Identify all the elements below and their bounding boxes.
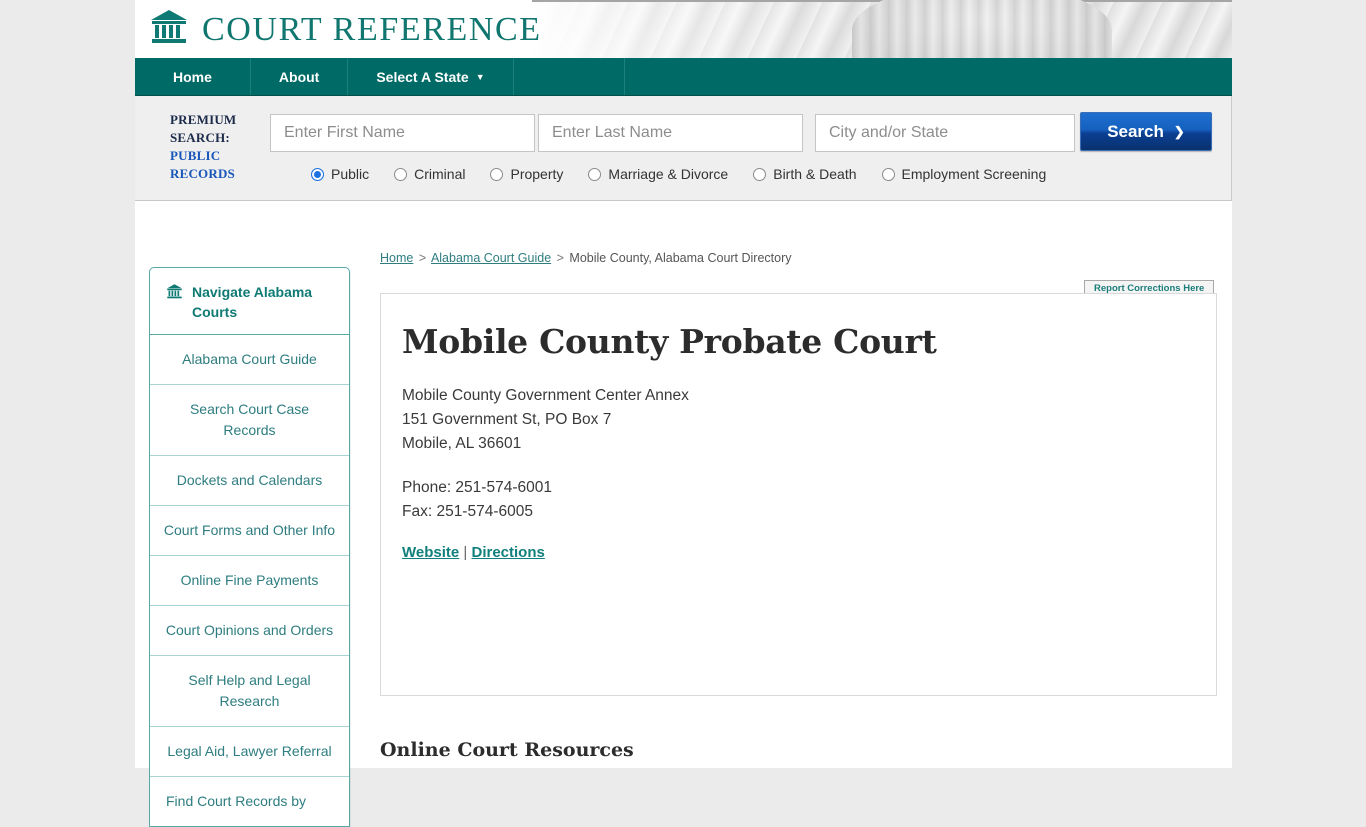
sidebar-navigation: Navigate Alabama Courts Alabama Court Gu… <box>149 267 350 827</box>
sidebar-item-dockets-and-calendars[interactable]: Dockets and Calendars <box>150 456 349 506</box>
premium-label-line3: PUBLIC <box>170 148 221 163</box>
radio-dot-icon <box>881 167 895 181</box>
brand-name: COURT REFERENCE <box>202 10 542 48</box>
radio-label-birth-death: Birth & Death <box>773 166 857 182</box>
radio-option-birth-death[interactable]: Birth & Death <box>753 166 857 182</box>
court-phone-fax: Phone: 251-574-6001 Fax: 251-574-6005 <box>402 476 1216 524</box>
sidebar-item-label: Legal Aid, Lawyer Referral <box>167 743 332 759</box>
address-line-2: 151 Government St, PO Box 7 <box>402 411 612 428</box>
premium-search-label: PREMIUM SEARCH: PUBLIC RECORDS <box>170 111 280 183</box>
content-area: Home > Alabama Court Guide > Mobile Coun… <box>135 201 1232 827</box>
nav-spacer <box>514 58 625 95</box>
address-line-3: Mobile, AL 36601 <box>402 435 522 452</box>
website-link[interactable]: Website <box>402 544 459 561</box>
court-phone: Phone: 251-574-6001 <box>402 479 552 496</box>
courthouse-icon <box>149 8 189 51</box>
nav-item-select-a-state-label: Select A State <box>376 68 469 85</box>
radio-option-marriage-divorce[interactable]: Marriage & Divorce <box>588 166 728 182</box>
sidebar-heading-label: Navigate Alabama Courts <box>192 284 313 320</box>
radio-option-employment-screening[interactable]: Employment Screening <box>881 166 1047 182</box>
breadcrumb-link-alabama-court-guide[interactable]: Alabama Court Guide <box>431 251 551 265</box>
radio-option-criminal[interactable]: Criminal <box>394 166 465 182</box>
breadcrumb-current: Mobile County, Alabama Court Directory <box>569 251 792 265</box>
sidebar-item-court-forms-and-other-info[interactable]: Court Forms and Other Info <box>150 506 349 556</box>
radio-dot-icon <box>394 167 408 181</box>
nav-item-about-label: About <box>278 68 320 85</box>
link-separator: | <box>463 544 468 561</box>
sidebar-item-label: Search Court Case Records <box>189 401 310 438</box>
breadcrumb-separator: > <box>418 251 427 265</box>
chevron-right-icon: ❯ <box>1173 123 1185 139</box>
nav-item-home[interactable]: Home <box>135 58 251 95</box>
breadcrumb-link-home[interactable]: Home <box>380 251 413 265</box>
premium-search-bar: PREMIUM SEARCH: PUBLIC RECORDS Search ❯ … <box>135 96 1232 201</box>
radio-label-property: Property <box>510 166 564 182</box>
sidebar-item-label: Alabama Court Guide <box>182 351 317 367</box>
last-name-input[interactable] <box>538 114 803 152</box>
online-court-resources-heading: Online Court Resources <box>380 739 634 761</box>
court-detail-card: Mobile County Probate Court Mobile Count… <box>380 293 1217 696</box>
radio-dot-icon <box>753 167 767 181</box>
radio-label-criminal: Criminal <box>414 166 466 182</box>
page-title: Mobile County Probate Court <box>402 322 937 361</box>
directions-link[interactable]: Directions <box>472 544 545 561</box>
address-line-1: Mobile County Government Center Annex <box>402 387 689 404</box>
nav-item-select-a-state[interactable]: Select A State ▼ <box>348 58 514 95</box>
sidebar-item-legal-aid-lawyer-referral[interactable]: Legal Aid, Lawyer Referral <box>150 727 349 777</box>
header-top-rule <box>532 0 1232 2</box>
search-button-label: Search <box>1107 121 1164 141</box>
sidebar-item-label: Self Help and Legal Research <box>188 672 311 709</box>
search-button[interactable]: Search ❯ <box>1080 112 1212 151</box>
sidebar-item-label: Find Court Records by <box>166 793 307 809</box>
radio-dot-icon <box>588 167 602 181</box>
radio-option-property[interactable]: Property <box>490 166 563 182</box>
court-contact-info: Mobile County Government Center Annex 15… <box>381 360 1216 524</box>
sidebar-item-find-court-records-by-county[interactable]: Find Court Records by <box>150 777 349 826</box>
header-banner-image <box>532 0 1232 58</box>
courthouse-icon <box>166 283 183 305</box>
chevron-down-icon: ▼ <box>475 71 485 82</box>
sidebar-item-self-help-and-legal-research[interactable]: Self Help and Legal Research <box>150 656 349 727</box>
radio-dot-icon <box>311 167 324 181</box>
sidebar-heading: Navigate Alabama Courts <box>150 268 349 335</box>
breadcrumb: Home > Alabama Court Guide > Mobile Coun… <box>380 251 792 265</box>
radio-label-public: Public <box>331 166 370 182</box>
premium-label-line1: PREMIUM <box>170 112 237 127</box>
court-links: Website | Directions <box>381 544 1216 561</box>
radio-label-employment-screening: Employment Screening <box>901 166 1047 182</box>
sidebar-item-label: Dockets and Calendars <box>176 472 323 488</box>
first-name-input[interactable] <box>270 114 535 152</box>
court-fax: Fax: 251-574-6005 <box>402 503 533 520</box>
site-brand[interactable]: COURT REFERENCE <box>149 8 542 51</box>
radio-dot-icon <box>490 167 504 181</box>
nav-item-about[interactable]: About <box>251 58 349 95</box>
nav-item-home-label: Home <box>173 68 212 85</box>
premium-label-line4: RECORDS <box>170 166 235 181</box>
court-address: Mobile County Government Center Annex 15… <box>402 384 1216 456</box>
sidebar-item-label: Court Forms and Other Info <box>163 522 336 538</box>
sidebar-item-label: Online Fine Payments <box>180 572 319 588</box>
radio-label-marriage-divorce: Marriage & Divorce <box>608 166 729 182</box>
premium-label-line2: SEARCH: <box>170 130 230 145</box>
sidebar-item-search-court-case-records[interactable]: Search Court Case Records <box>150 385 349 456</box>
breadcrumb-separator: > <box>556 251 564 265</box>
site-header: COURT REFERENCE <box>135 0 1232 58</box>
main-navigation: Home About Select A State ▼ <box>135 58 1232 96</box>
city-state-input[interactable] <box>815 114 1075 152</box>
sidebar-item-court-opinions-and-orders[interactable]: Court Opinions and Orders <box>150 606 349 656</box>
page-container: COURT REFERENCE Home About Select A Stat… <box>135 0 1232 827</box>
sidebar-item-alabama-court-guide[interactable]: Alabama Court Guide <box>150 335 349 385</box>
radio-option-public[interactable]: Public <box>311 166 369 182</box>
sidebar-item-label: Court Opinions and Orders <box>165 622 334 638</box>
sidebar-item-online-fine-payments[interactable]: Online Fine Payments <box>150 556 349 606</box>
search-type-radio-group: Public Criminal Property Marriage & Divo… <box>311 166 1071 182</box>
